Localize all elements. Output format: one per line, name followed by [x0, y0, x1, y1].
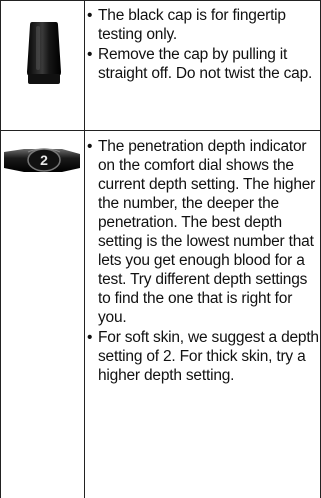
table-column-divider [84, 0, 85, 498]
list-item: • The penetration depth indicator on the … [87, 137, 319, 327]
bullet-text: The penetration depth indicator on the c… [98, 138, 316, 326]
bullet-text: Remove the cap by pulling it straight of… [98, 46, 313, 82]
table-border-top [0, 0, 321, 1]
list-item: • The black cap is for fingertip testing … [87, 6, 319, 44]
bullet-text: The black cap is for fingertip testing o… [98, 7, 286, 43]
dial-depth-number: 2 [40, 152, 48, 168]
table-border-left [0, 0, 1, 498]
row-2-text: • The penetration depth indicator on the … [87, 137, 319, 386]
bullet-glyph: • [87, 329, 93, 346]
instruction-table: 2 • The black cap is for fingertip testin… [0, 0, 321, 498]
comfort-dial-image: 2 [4, 142, 80, 176]
bullet-glyph: • [87, 46, 93, 63]
bullet-glyph: • [87, 7, 93, 24]
black-cap-image [22, 18, 66, 88]
list-item: • For soft skin, we suggest a depth setti… [87, 328, 319, 385]
row-1-text: • The black cap is for fingertip testing … [87, 6, 319, 84]
bullet-text: For soft skin, we suggest a depth settin… [98, 329, 319, 384]
list-item: • Remove the cap by pulling it straight o… [87, 45, 319, 83]
bullet-glyph: • [87, 138, 93, 155]
table-row-divider [0, 130, 321, 131]
